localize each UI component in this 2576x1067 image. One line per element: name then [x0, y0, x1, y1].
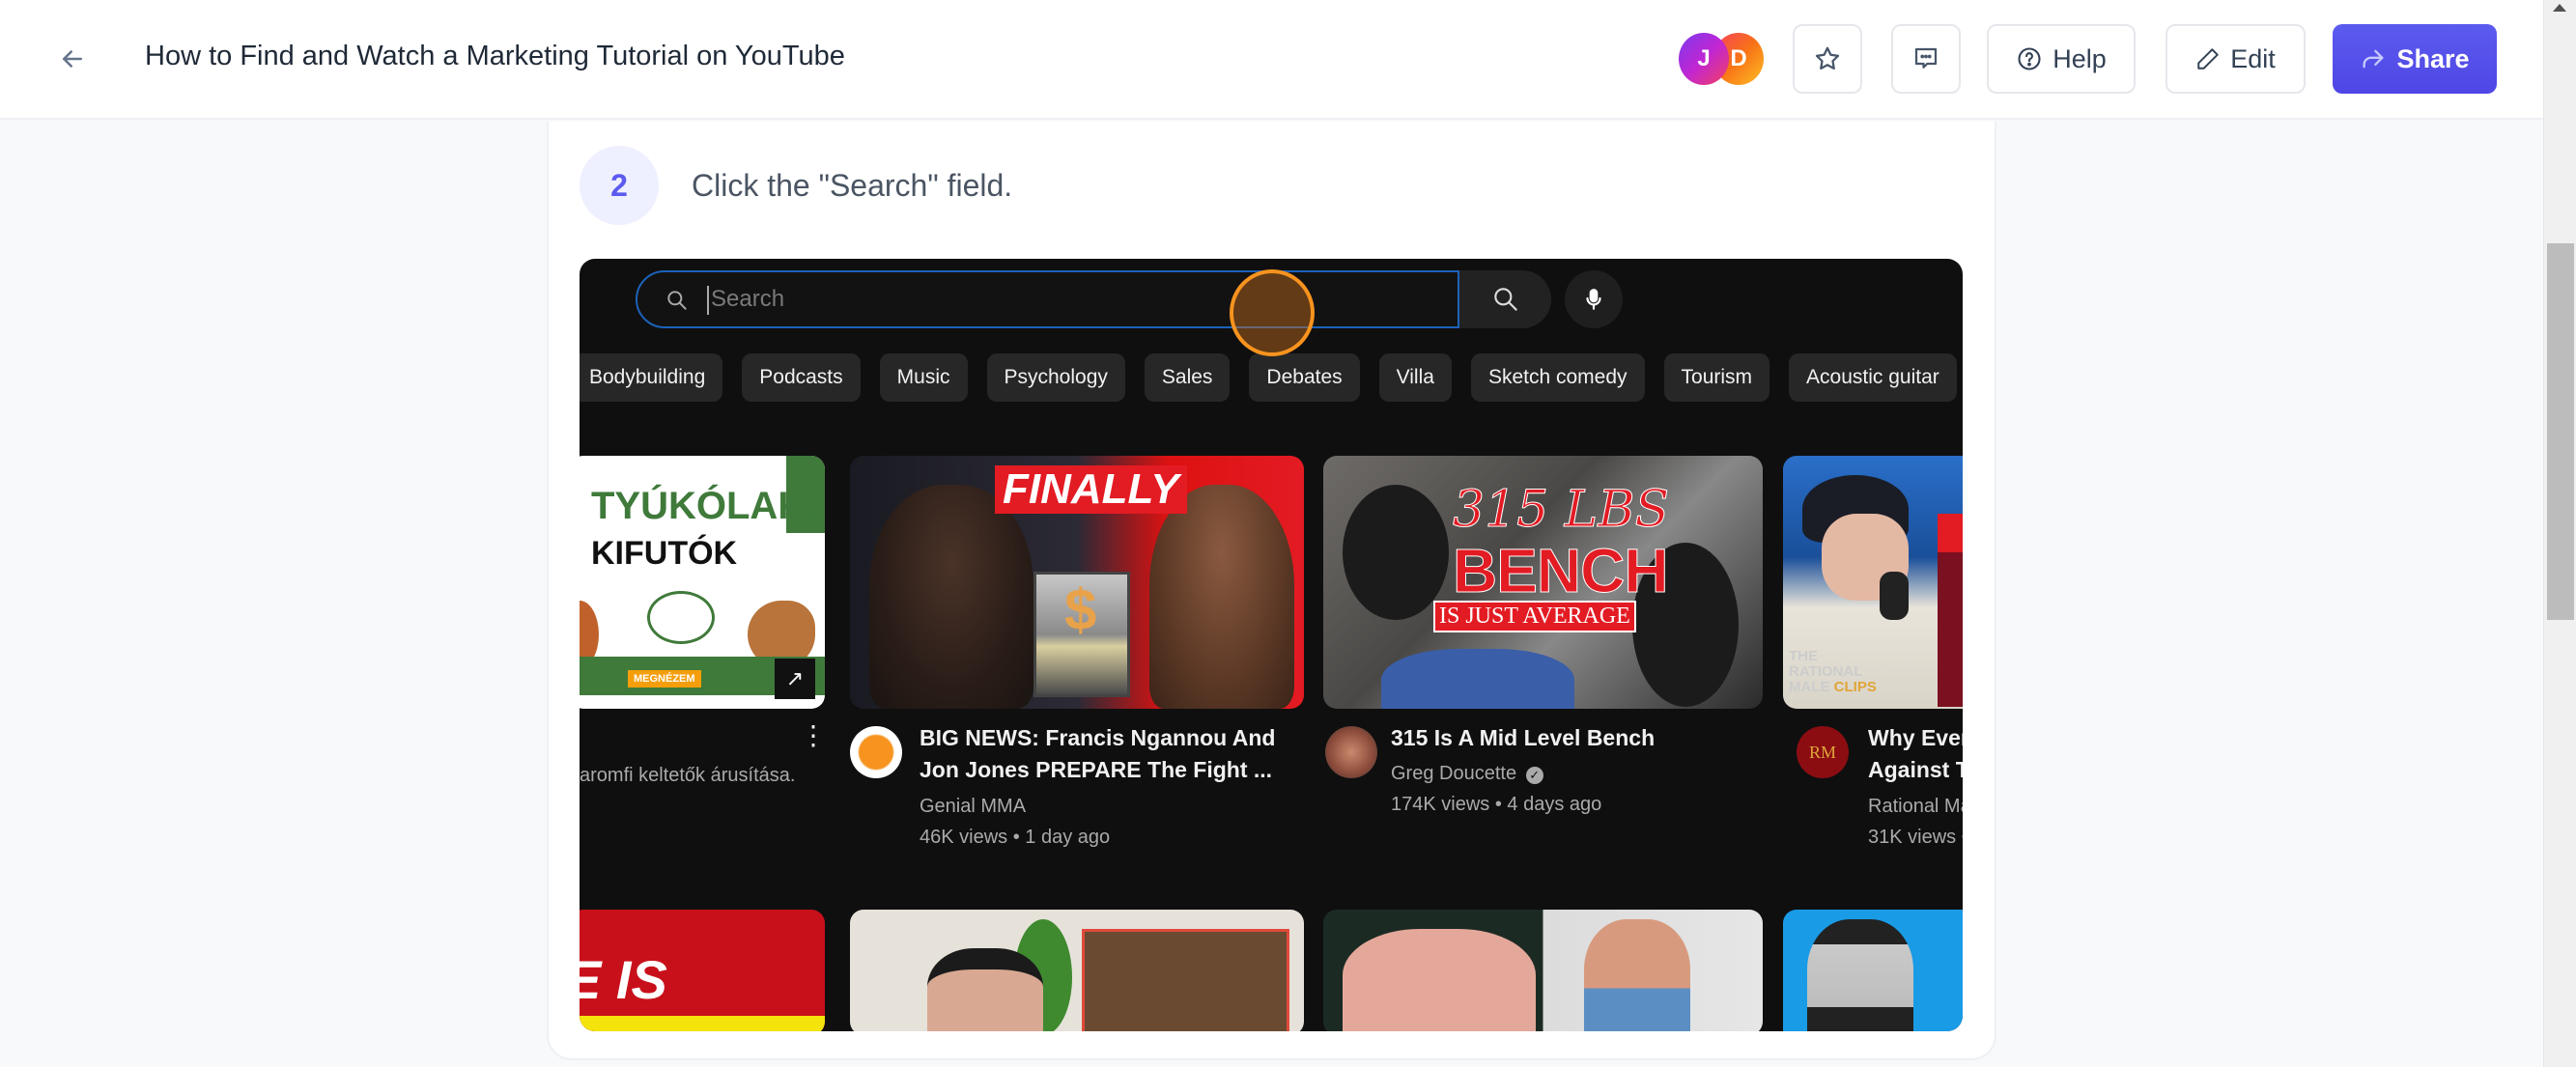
search-icon: [667, 291, 687, 310]
thumb-text: BENCH: [1453, 536, 1670, 606]
top-bar: How to Find and Watch a Marketing Tutori…: [0, 0, 2543, 120]
step-number-badge: 2: [580, 146, 659, 225]
verified-badge-icon: ✓: [1525, 767, 1543, 784]
channel-avatar[interactable]: RM: [1797, 726, 1849, 778]
weight-plate-image: [1343, 485, 1449, 620]
video-thumbnail[interactable]: [1323, 910, 1763, 1031]
step-screenshot: Search Bodybuilding Podcasts Music Psych…: [580, 259, 1963, 1031]
person-image: [1343, 929, 1536, 1031]
brand-logo: [647, 591, 715, 644]
video-title[interactable]: Why Every: [1868, 722, 1963, 754]
chip[interactable]: Acoustic guitar: [1789, 353, 1957, 402]
chip[interactable]: Debates: [1249, 353, 1360, 402]
person-image: [1807, 919, 1913, 1031]
video-thumbnail[interactable]: E IS MORE: [580, 910, 825, 1031]
channel-name[interactable]: Greg Doucette ✓: [1391, 759, 1543, 788]
category-chips: Bodybuilding Podcasts Music Psychology S…: [580, 353, 1963, 402]
thumb-decoration: [580, 1016, 825, 1031]
video-title[interactable]: BIG NEWS: Francis Ngannou And: [920, 722, 1275, 754]
person-image: [1584, 919, 1690, 1031]
page-scrollbar[interactable]: [2543, 0, 2576, 1067]
collaborator-avatars[interactable]: J D: [1679, 33, 1766, 85]
ad-thumb-button: MEGNÉZEM: [628, 670, 701, 688]
fighter-image: [1149, 485, 1294, 709]
video-title[interactable]: Jon Jones PREPARE The Fight ...: [920, 754, 1272, 786]
video-thumbnail[interactable]: [1783, 910, 1963, 1031]
video-stats: 31K views •: [1868, 827, 1963, 848]
microphone-image: [1880, 572, 1909, 620]
voice-search-button[interactable]: [1565, 270, 1623, 328]
chip[interactable]: Sales: [1144, 353, 1231, 402]
external-link-icon[interactable]: ↗: [775, 659, 815, 699]
comment-icon: [1914, 47, 1938, 69]
search-icon: [1493, 288, 1517, 311]
video-thumbnail[interactable]: FINALLY $: [850, 456, 1304, 709]
click-highlight-marker: [1230, 269, 1315, 356]
fighter-image: [869, 485, 1033, 709]
chip[interactable]: Music: [879, 353, 968, 402]
brand-word: RATIONAL: [1789, 663, 1863, 680]
chart-image: [1082, 929, 1289, 1031]
video-title[interactable]: Against Th: [1868, 754, 1963, 786]
ad-description: aromfi keltetők árusítása.: [580, 765, 796, 786]
ad-thumb-text: TYÚKÓLAK,: [591, 485, 817, 527]
share-label: Share: [2396, 43, 2470, 73]
scroll-up-arrow-icon[interactable]: [2553, 4, 2566, 12]
share-button[interactable]: Share: [2333, 24, 2497, 94]
back-button[interactable]: [52, 39, 93, 79]
edit-label: Edit: [2230, 43, 2276, 73]
brand-word: MALE: [1789, 679, 1830, 695]
channel-avatar[interactable]: [850, 726, 902, 778]
lifter-image: [1381, 649, 1574, 709]
video-stats: 46K views • 1 day ago: [920, 827, 1111, 848]
video-thumbnail[interactable]: [850, 910, 1304, 1031]
chip[interactable]: Villa: [1378, 353, 1452, 402]
dollar-icon: $: [1064, 577, 1097, 642]
brand-word: CLIPS: [1833, 679, 1877, 695]
more-options-icon[interactable]: ⋮: [800, 722, 827, 749]
chip[interactable]: Podcasts: [742, 353, 861, 402]
ad-thumbnail[interactable]: TYÚKÓLAK, KIFUTÓK MEGNÉZEM ↗: [580, 456, 825, 709]
search-placeholder: Search: [711, 286, 785, 312]
text-cursor: [707, 286, 709, 315]
avatar[interactable]: J: [1679, 33, 1729, 85]
chip[interactable]: Tourism: [1663, 353, 1770, 402]
arrow-left-icon: [63, 50, 82, 68]
person-image: [927, 948, 1043, 1031]
channel-avatar[interactable]: [1325, 726, 1377, 778]
video-thumbnail[interactable]: 315 LBS BENCH IS JUST AVERAGE: [1323, 456, 1763, 709]
chip[interactable]: Psychology: [986, 353, 1125, 402]
question-circle-icon: [2018, 47, 2041, 70]
step-instruction: Click the "Search" field.: [692, 168, 1013, 203]
youtube-search-input[interactable]: Search: [636, 270, 1459, 328]
scrollbar-thumb[interactable]: [2547, 243, 2574, 620]
comment-button[interactable]: [1891, 24, 1961, 94]
pencil-icon: [2197, 48, 2219, 70]
video-stats: 174K views • 4 days ago: [1391, 794, 1602, 815]
chip[interactable]: Sketch comedy: [1470, 353, 1645, 402]
share-arrow-icon: [2363, 49, 2384, 69]
favorite-button[interactable]: [1793, 24, 1862, 94]
star-icon: [1815, 46, 1840, 70]
thumb-brand-text: THE RATIONAL MALE CLIPS: [1789, 649, 1877, 695]
edit-button[interactable]: Edit: [2166, 24, 2306, 94]
video-title[interactable]: 315 Is A Mid Level Bench: [1391, 722, 1655, 754]
thumb-text: 315 LBS: [1452, 481, 1670, 540]
channel-name-text: Greg Doucette: [1391, 763, 1517, 784]
help-label: Help: [2052, 43, 2107, 73]
ad-thumb-text: KIFUTÓK: [591, 535, 738, 572]
video-thumbnail[interactable]: THE RATIONAL MALE CLIPS: [1783, 456, 1963, 709]
youtube-search-button[interactable]: [1459, 270, 1551, 328]
channel-name[interactable]: Rational Ma: [1868, 792, 1963, 821]
help-button[interactable]: Help: [1987, 24, 2136, 94]
thumb-text: IS JUST AVERAGE: [1433, 601, 1636, 632]
page-title: How to Find and Watch a Marketing Tutori…: [145, 41, 845, 71]
thumb-decoration: [1938, 514, 1963, 552]
thumb-text: FINALLY: [995, 465, 1187, 514]
brand-word: THE: [1789, 648, 1818, 664]
microphone-icon: [1586, 289, 1601, 310]
channel-name[interactable]: Genial MMA: [920, 792, 1026, 821]
chip[interactable]: Bodybuilding: [580, 353, 723, 402]
